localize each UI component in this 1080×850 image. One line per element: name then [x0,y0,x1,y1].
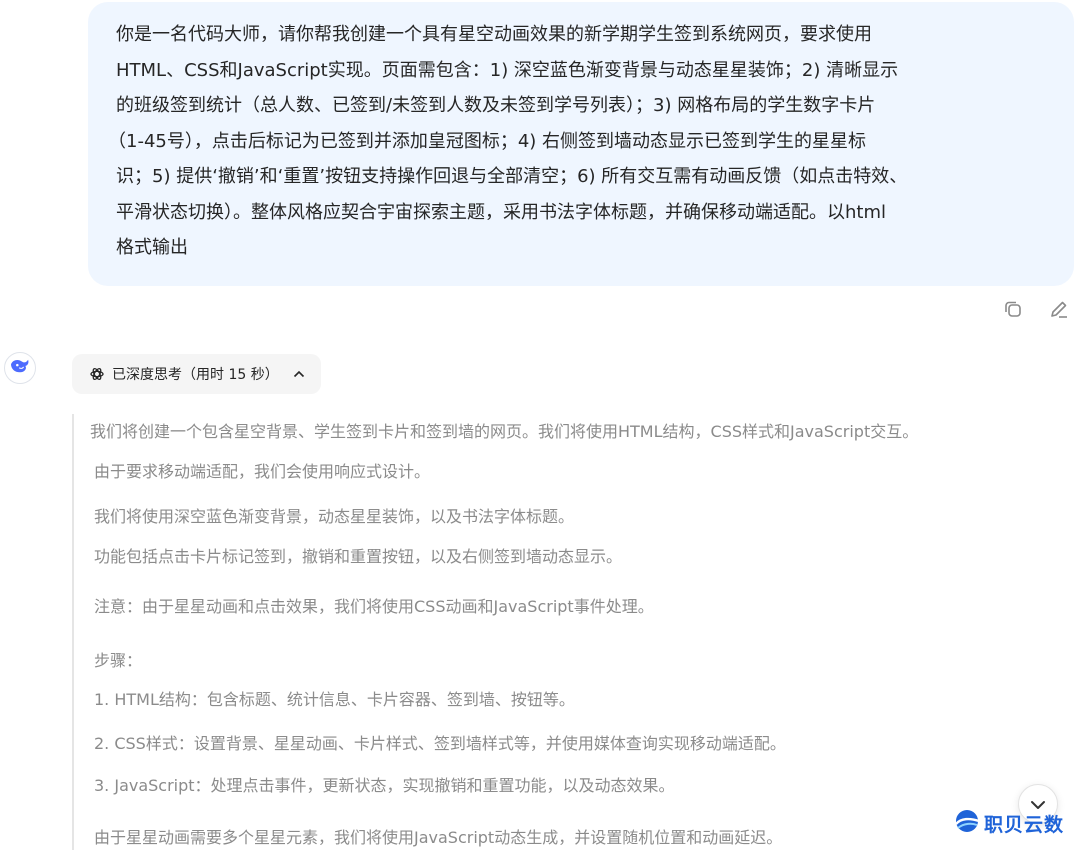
reasoning-paragraph: 步骤： [94,651,143,670]
watermark-logo-icon [952,808,982,839]
user-message-bubble: 你是一名代码大师，请你帮我创建一个具有星空动画效果的新学期学生签到系统网页，要求… [88,2,1074,286]
deep-think-icon [90,367,104,381]
whale-logo-icon [9,357,31,379]
reasoning-paragraph: 由于要求移动端适配，我们会使用响应式设计。 [94,462,431,481]
edit-icon [1048,298,1070,324]
chat-page: 你是一名代码大师，请你帮我创建一个具有星空动画效果的新学期学生签到系统网页，要求… [0,0,1080,850]
watermark-text: 职贝云数 [984,814,1065,836]
edit-button[interactable] [1046,298,1072,324]
message-actions [1000,298,1072,324]
reasoning-paragraph: 功能包括点击卡片标记签到，撤销和重置按钮，以及右侧签到墙动态显示。 [94,547,623,566]
reasoning-paragraph: 2. CSS样式：设置背景、星星动画、卡片样式、签到墙样式等，并使用媒体查询实现… [94,734,786,753]
reasoning-paragraph: 我们将创建一个包含星空背景、学生签到卡片和签到墙的网页。我们将使用HTML结构，… [90,422,919,441]
watermark: 职贝云数 [952,808,1064,839]
chevron-up-icon [293,370,305,378]
user-message-line: HTML、CSS和JavaScript实现。页面需包含：1) 深空蓝色渐变背景与… [116,59,899,81]
reasoning-paragraph: 我们将使用深空蓝色渐变背景，动态星星装饰，以及书法字体标题。 [94,507,575,526]
reasoning-paragraph: 1. HTML结构：包含标题、统计信息、卡片容器、签到墙、按钮等。 [94,690,575,709]
reasoning-block: 我们将创建一个包含星空背景、学生签到卡片和签到墙的网页。我们将使用HTML结构，… [72,414,1052,850]
reasoning-paragraph: 3. JavaScript：处理点击事件，更新状态，实现撤销和重置功能，以及动态… [94,776,675,795]
copy-icon [1002,298,1024,324]
user-message-line: 格式输出 [116,237,188,258]
user-message-line: 平滑状态切换）。整体风格应契合宇宙探索主题，采用书法字体标题，并确保移动端适配。… [116,201,886,223]
deep-think-toggle[interactable]: 已深度思考（用时 15 秒） [72,354,321,394]
copy-button[interactable] [1000,298,1026,324]
user-message-line: 识；5) 提供‘撤销’和‘重置’按钮支持操作回退与全部清空；6) 所有交互需有动… [116,166,908,187]
assistant-avatar [4,352,36,384]
user-message-line: 你是一名代码大师，请你帮我创建一个具有星空动画效果的新学期学生签到系统网页，要求… [116,24,872,45]
reasoning-paragraph: 由于星星动画需要多个星星元素，我们将使用JavaScript动态生成，并设置随机… [94,828,783,847]
reasoning-paragraph: 注意：由于星星动画和点击效果，我们将使用CSS动画和JavaScript事件处理… [94,597,654,616]
deep-think-label: 已深度思考（用时 15 秒） [112,367,279,383]
user-message-line: （1-45号），点击后标记为已签到并添加皇冠图标；4) 右侧签到墙动态显示已签到… [108,130,867,152]
user-message-line: 的班级签到统计（总人数、已签到/未签到人数及未签到学号列表）；3) 网格布局的学… [116,95,876,116]
